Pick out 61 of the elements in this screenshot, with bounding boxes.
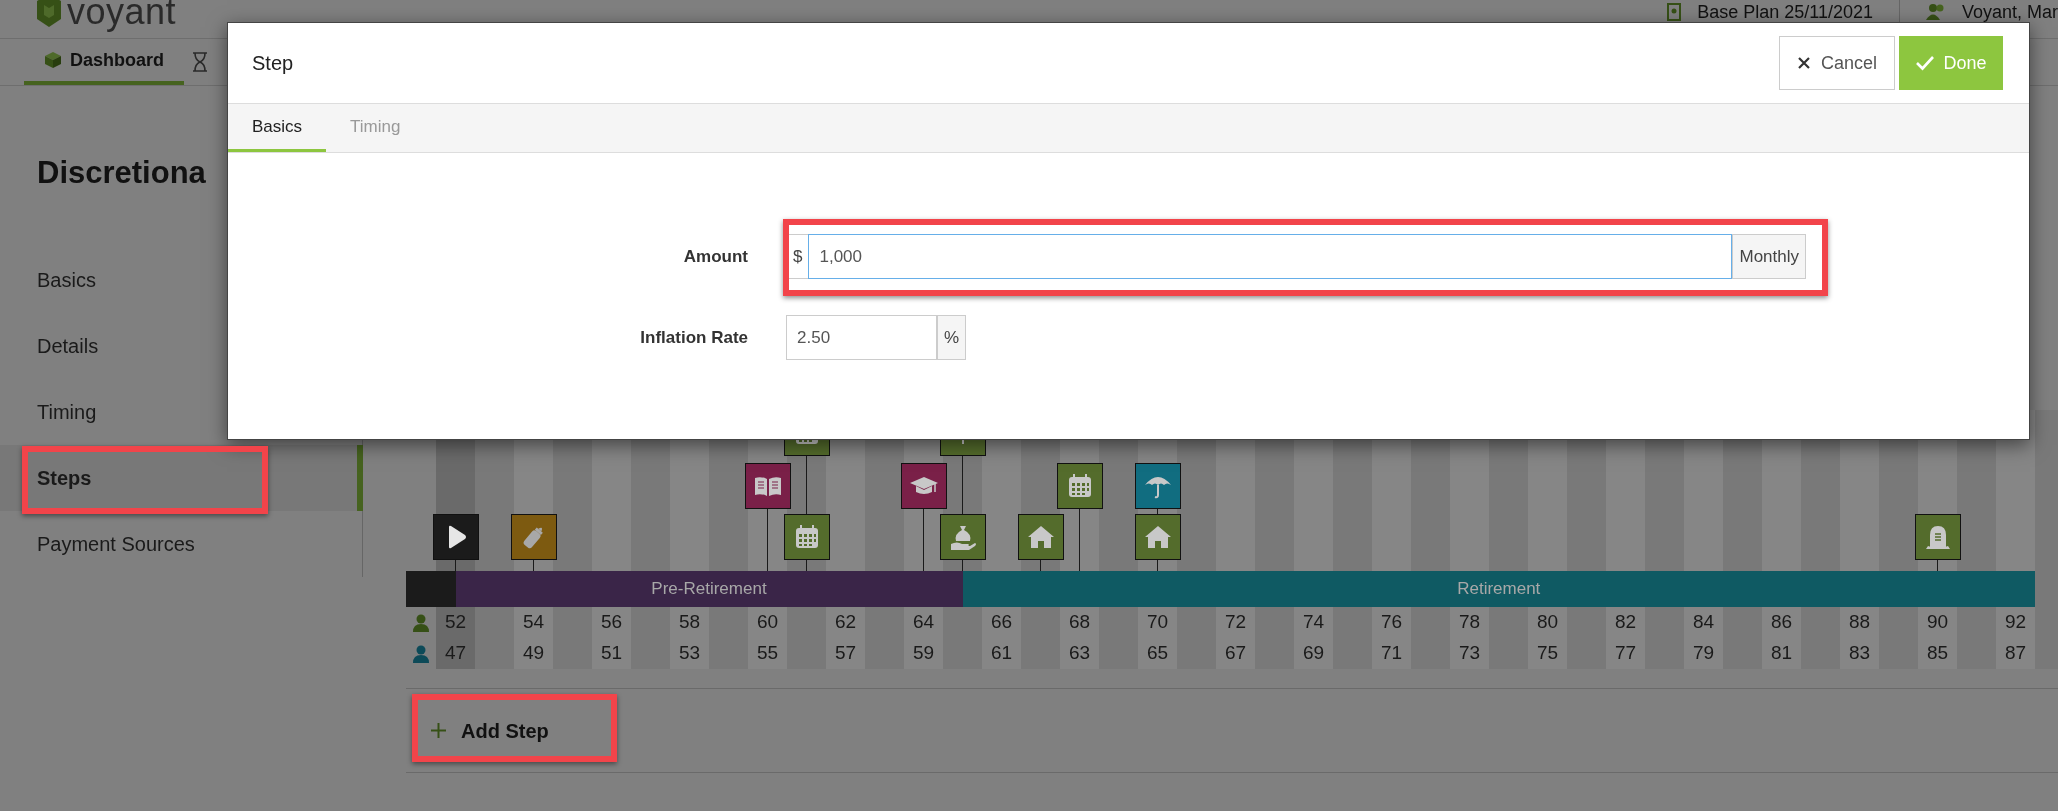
sidebar-item[interactable]: Payment Sources xyxy=(0,511,363,577)
age-label: 47 xyxy=(444,641,467,666)
age-label: 78 xyxy=(1458,610,1481,635)
page-title: Discretiona xyxy=(37,154,207,192)
age-label: 80 xyxy=(1536,610,1559,635)
age-label: 72 xyxy=(1224,610,1247,635)
age-label: 56 xyxy=(600,610,623,635)
nav-tab[interactable]: Dashboard xyxy=(24,39,185,85)
age-label: 69 xyxy=(1302,641,1325,666)
age-label: 86 xyxy=(1770,610,1793,635)
age-label: 73 xyxy=(1458,641,1481,666)
age-label: 92 xyxy=(2004,610,2027,635)
age-label: 61 xyxy=(990,641,1013,666)
age-label: 62 xyxy=(834,610,857,635)
dialog-title: Step xyxy=(252,51,294,76)
field-label: Inflation Rate xyxy=(639,326,749,349)
cancel-button[interactable]: Cancel xyxy=(1779,36,1895,90)
dialog-tab[interactable]: Basics xyxy=(228,104,327,152)
field-label: Amount xyxy=(682,245,749,268)
plan-name[interactable]: Base Plan 25/11/2021 xyxy=(1697,0,1873,26)
age-label: 84 xyxy=(1692,610,1715,635)
dialog-tab[interactable]: Timing xyxy=(326,104,425,152)
age-label: 53 xyxy=(678,641,701,666)
age-label: 68 xyxy=(1068,610,1091,635)
age-label: 83 xyxy=(1848,641,1871,666)
phase-bar: Retirement xyxy=(962,571,2035,607)
age-label: 67 xyxy=(1224,641,1247,666)
age-label: 71 xyxy=(1380,641,1403,666)
unit-addon: % xyxy=(936,315,966,360)
input-field[interactable]: 2.50 xyxy=(786,315,937,360)
age-label: 49 xyxy=(522,641,545,666)
age-label: 60 xyxy=(756,610,779,635)
age-label: 81 xyxy=(1770,641,1793,666)
phase-bar: Pre-Retirement xyxy=(455,571,963,607)
age-label: 66 xyxy=(990,610,1013,635)
age-label: 52 xyxy=(444,610,467,635)
age-label: 57 xyxy=(834,641,857,666)
age-label: 58 xyxy=(678,610,701,635)
age-label: 82 xyxy=(1614,610,1637,635)
age-label: 75 xyxy=(1536,641,1559,666)
age-label: 54 xyxy=(522,610,545,635)
add-step-button[interactable]: Add Step xyxy=(418,707,561,754)
age-label: 55 xyxy=(756,641,779,666)
age-label: 65 xyxy=(1146,641,1169,666)
age-label: 51 xyxy=(600,641,623,666)
age-label: 76 xyxy=(1380,610,1403,635)
age-label: 63 xyxy=(1068,641,1091,666)
age-label: 77 xyxy=(1614,641,1637,666)
logo-text: voyant xyxy=(67,0,177,30)
age-label: 87 xyxy=(2004,641,2027,666)
age-label: 88 xyxy=(1848,610,1871,635)
age-label: 70 xyxy=(1146,610,1169,635)
user-name[interactable]: Voyant, Mar xyxy=(1961,0,2058,26)
input-field[interactable]: 1,000 xyxy=(808,234,1733,279)
age-label: 64 xyxy=(912,610,935,635)
age-label: 59 xyxy=(912,641,935,666)
unit-addon: Monthly xyxy=(1732,234,1806,279)
age-label: 85 xyxy=(1926,641,1949,666)
age-label: 90 xyxy=(1926,610,1949,635)
age-label: 79 xyxy=(1692,641,1715,666)
age-label: 74 xyxy=(1302,610,1325,635)
